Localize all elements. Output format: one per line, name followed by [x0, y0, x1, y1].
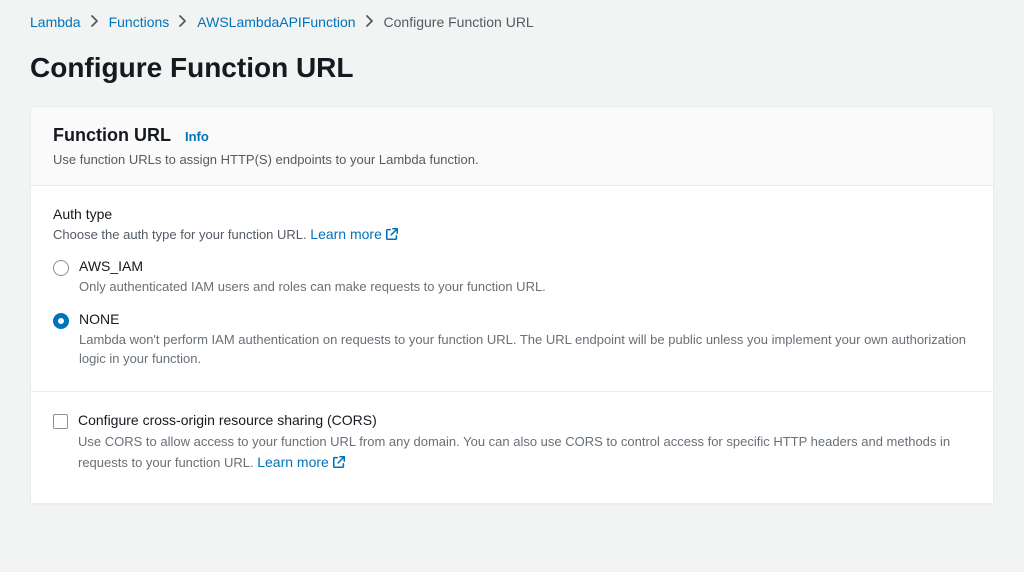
learn-more-link[interactable]: Learn more [310, 226, 399, 242]
radio-description: Lambda won't perform IAM authentication … [79, 330, 971, 369]
page-title: Configure Function URL [0, 40, 1024, 106]
cors-description: Use CORS to allow access to your functio… [78, 432, 971, 476]
breadcrumb-link-function-name[interactable]: AWSLambdaAPIFunction [197, 14, 355, 30]
auth-type-section: Auth type Choose the auth type for your … [31, 186, 993, 392]
function-url-panel: Function URL Info Use function URLs to a… [30, 106, 994, 504]
radio-option-none[interactable]: NONE Lambda won't perform IAM authentica… [53, 311, 971, 369]
external-link-icon [332, 454, 346, 476]
auth-type-radio-group: AWS_IAM Only authenticated IAM users and… [53, 258, 971, 369]
cors-checkbox-item[interactable]: Configure cross-origin resource sharing … [53, 412, 971, 476]
breadcrumb: Lambda Functions AWSLambdaAPIFunction Co… [0, 0, 1024, 40]
panel-header: Function URL Info Use function URLs to a… [31, 107, 993, 186]
radio-icon[interactable] [53, 313, 69, 329]
breadcrumb-link-functions[interactable]: Functions [109, 14, 170, 30]
learn-more-link[interactable]: Learn more [257, 454, 346, 470]
auth-type-description: Choose the auth type for your function U… [53, 226, 971, 244]
panel-description: Use function URLs to assign HTTP(S) endp… [53, 152, 971, 167]
chevron-right-icon [179, 15, 187, 30]
chevron-right-icon [366, 15, 374, 30]
radio-label: NONE [79, 311, 971, 327]
chevron-right-icon [91, 15, 99, 30]
cors-section: Configure cross-origin resource sharing … [31, 392, 993, 504]
panel-title: Function URL [53, 125, 171, 146]
radio-description: Only authenticated IAM users and roles c… [79, 277, 971, 297]
radio-label: AWS_IAM [79, 258, 971, 274]
radio-icon[interactable] [53, 260, 69, 276]
external-link-icon [385, 227, 399, 244]
cors-label: Configure cross-origin resource sharing … [78, 412, 971, 428]
breadcrumb-link-lambda[interactable]: Lambda [30, 14, 81, 30]
radio-option-aws-iam[interactable]: AWS_IAM Only authenticated IAM users and… [53, 258, 971, 297]
checkbox-icon[interactable] [53, 414, 68, 429]
auth-type-label: Auth type [53, 206, 971, 222]
info-link[interactable]: Info [185, 129, 209, 144]
breadcrumb-current: Configure Function URL [384, 14, 534, 30]
